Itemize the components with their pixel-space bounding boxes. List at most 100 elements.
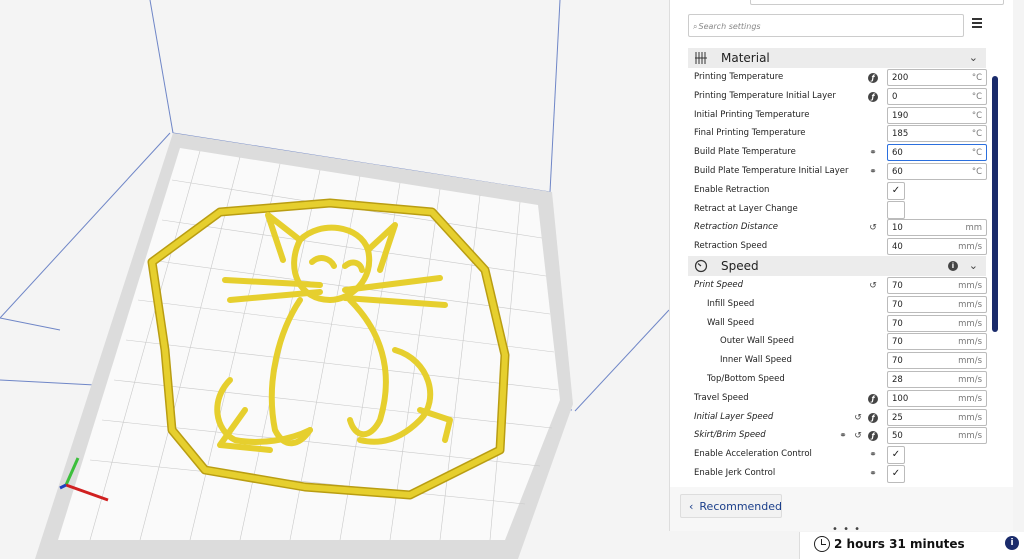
setting-label: Printing Temperature Initial Layer bbox=[694, 90, 836, 101]
setting-value-input[interactable]: 0 °C bbox=[887, 87, 987, 105]
setting-unit: °C bbox=[971, 73, 982, 83]
setting-checkbox[interactable]: ✓ bbox=[887, 181, 905, 200]
clock-icon bbox=[814, 536, 830, 552]
setting-value-input[interactable]: 70 mm/s bbox=[887, 314, 987, 332]
setting-value-input[interactable]: 190 °C bbox=[887, 106, 987, 124]
category-material[interactable]: Material ⌄ bbox=[688, 48, 986, 68]
reset-icon[interactable]: ↺ bbox=[853, 413, 863, 423]
setting-value-input[interactable]: 70 mm/s bbox=[887, 333, 987, 351]
setting-row-travel-speed: Travel Speed ƒ 100 mm/s bbox=[694, 389, 987, 408]
setting-unit: °C bbox=[971, 167, 982, 177]
setting-unit: mm/s bbox=[958, 337, 982, 348]
category-material-label: Material bbox=[721, 51, 770, 65]
setting-value: 200 bbox=[892, 73, 909, 83]
setting-value-input[interactable]: 185 °C bbox=[887, 125, 987, 143]
setting-row-printing-temperature-initial-layer: Printing Temperature Initial Layer ƒ 0 °C bbox=[694, 87, 987, 106]
function-icon: ƒ bbox=[868, 73, 878, 83]
search-icon: ⌕ bbox=[693, 22, 698, 31]
setting-label: Retraction Speed bbox=[694, 241, 768, 252]
setting-row-final-printing-temperature: Final Printing Temperature 185 °C bbox=[694, 125, 987, 143]
setting-row-print-speed: Print Speed ↺ 70 mm/s bbox=[694, 277, 987, 295]
setting-unit: mm/s bbox=[958, 393, 982, 404]
setting-label: Build Plate Temperature bbox=[694, 147, 796, 158]
estimate-time: 2 hours 31 minutes bbox=[834, 537, 965, 551]
recommended-label: Recommended bbox=[699, 500, 783, 513]
link-icon[interactable]: ⚭ bbox=[868, 450, 878, 460]
setting-row-retraction-speed: Retraction Speed 40 mm/s bbox=[694, 238, 987, 256]
link-icon[interactable]: ⚭ bbox=[868, 148, 878, 158]
settings-scrollbar[interactable] bbox=[992, 76, 998, 332]
function-icon: ƒ bbox=[868, 431, 878, 442]
setting-label: Enable Jerk Control bbox=[694, 468, 776, 478]
setting-label: Retraction Distance bbox=[694, 222, 778, 233]
setting-unit: mm/s bbox=[958, 318, 982, 329]
setting-value-input[interactable]: 70 mm/s bbox=[887, 295, 987, 313]
setting-value: 50 bbox=[892, 431, 903, 442]
setting-label: Build Plate Temperature Initial Layer bbox=[694, 166, 849, 176]
setting-value: 60 bbox=[892, 167, 903, 177]
setting-row-enable-acceleration-control: Enable Acceleration Control ⚭ ✓ bbox=[694, 446, 987, 465]
category-speed[interactable]: Speed i ⌄ bbox=[688, 256, 986, 276]
setting-value: 185 bbox=[892, 129, 909, 140]
setting-value-input[interactable]: 25 mm/s bbox=[887, 408, 987, 426]
setting-unit: mm/s bbox=[958, 281, 982, 291]
setting-checkbox[interactable]: ✓ bbox=[887, 446, 905, 465]
setting-row-printing-temperature: Printing Temperature ƒ 200 °C bbox=[694, 69, 987, 87]
setting-unit: °C bbox=[971, 91, 982, 102]
setting-label: Enable Acceleration Control bbox=[694, 449, 812, 460]
setting-value-input[interactable]: 40 mm/s bbox=[887, 238, 987, 256]
setting-row-build-plate-temperature-initial-layer: Build Plate Temperature Initial Layer ⚭ 60… bbox=[694, 163, 987, 181]
setting-value-input[interactable]: 60 °C bbox=[887, 163, 987, 180]
setting-row-retraction-distance: Retraction Distance ↺ 10 mm bbox=[694, 219, 987, 237]
setting-value-input[interactable]: 70 mm/s bbox=[887, 352, 987, 370]
reset-icon[interactable]: ↺ bbox=[868, 281, 878, 291]
link-icon[interactable]: ⚭ bbox=[838, 431, 848, 441]
setting-label: Initial Printing Temperature bbox=[694, 109, 810, 120]
setting-label: Infill Speed bbox=[707, 298, 755, 309]
setting-value-input[interactable]: 200 °C bbox=[887, 69, 987, 86]
setting-checkbox[interactable]: ✓ bbox=[887, 465, 905, 483]
profile-selector[interactable] bbox=[750, 0, 1004, 5]
setting-row-retract-at-layer-change: Retract at Layer Change bbox=[694, 200, 987, 219]
setting-label: Print Speed bbox=[694, 280, 744, 290]
setting-unit: mm/s bbox=[958, 375, 982, 385]
setting-row-skirt-brim-speed: Skirt/Brim Speed ⚭ ↺ ƒ 50 mm/s bbox=[694, 427, 987, 445]
chevron-left-icon: ‹ bbox=[689, 500, 694, 513]
setting-unit: °C bbox=[971, 129, 982, 140]
setting-value-input[interactable]: 100 mm/s bbox=[887, 389, 987, 407]
search-placeholder: Search settings bbox=[698, 22, 761, 31]
setting-value: 40 bbox=[892, 242, 903, 253]
chevron-down-icon[interactable]: ⌄ bbox=[969, 51, 978, 64]
search-settings-input[interactable]: ⌕Search settings bbox=[688, 14, 964, 37]
setting-row-initial-layer-speed: Initial Layer Speed ↺ ƒ 25 mm/s bbox=[694, 408, 987, 427]
reset-icon[interactable]: ↺ bbox=[868, 223, 878, 233]
print-time-estimate: 2 hours 31 minutes i bbox=[799, 532, 1024, 559]
print-settings-panel: ⌕Search settings Material ⌄ Printing Tem… bbox=[669, 0, 1013, 487]
setting-label: Travel Speed bbox=[694, 392, 749, 403]
info-icon[interactable]: i bbox=[948, 261, 958, 271]
function-icon: ƒ bbox=[868, 393, 878, 404]
setting-value-input[interactable]: 70 mm/s bbox=[887, 277, 987, 294]
setting-row-inner-wall-speed: Inner Wall Speed 70 mm/s bbox=[694, 352, 987, 370]
setting-value-input[interactable]: 60 °C bbox=[887, 144, 987, 162]
setting-value: 70 bbox=[892, 356, 903, 367]
setting-unit: mm/s bbox=[958, 242, 982, 253]
setting-row-initial-printing-temperature: Initial Printing Temperature 190 °C bbox=[694, 106, 987, 125]
setting-row-outer-wall-speed: Outer Wall Speed 70 mm/s bbox=[694, 333, 987, 351]
recommended-mode-button[interactable]: ‹ Recommended bbox=[680, 494, 782, 518]
setting-label: Inner Wall Speed bbox=[720, 355, 792, 366]
info-icon[interactable]: i bbox=[1005, 536, 1019, 550]
setting-label: Final Printing Temperature bbox=[694, 128, 806, 139]
setting-row-top-bottom-speed: Top/Bottom Speed 28 mm/s bbox=[694, 371, 987, 389]
setting-value-input[interactable]: 50 mm/s bbox=[887, 427, 987, 445]
link-icon[interactable]: ⚭ bbox=[868, 469, 878, 479]
setting-checkbox[interactable] bbox=[887, 200, 905, 219]
setting-value-input[interactable]: 28 mm/s bbox=[887, 371, 987, 388]
link-icon[interactable]: ⚭ bbox=[868, 167, 878, 177]
setting-label: Top/Bottom Speed bbox=[707, 374, 785, 384]
setting-unit: mm/s bbox=[958, 299, 982, 310]
reset-icon[interactable]: ↺ bbox=[853, 431, 863, 441]
chevron-down-icon[interactable]: ⌄ bbox=[969, 259, 978, 272]
setting-value-input[interactable]: 10 mm bbox=[887, 219, 987, 237]
settings-visibility-menu-icon[interactable] bbox=[972, 18, 982, 28]
